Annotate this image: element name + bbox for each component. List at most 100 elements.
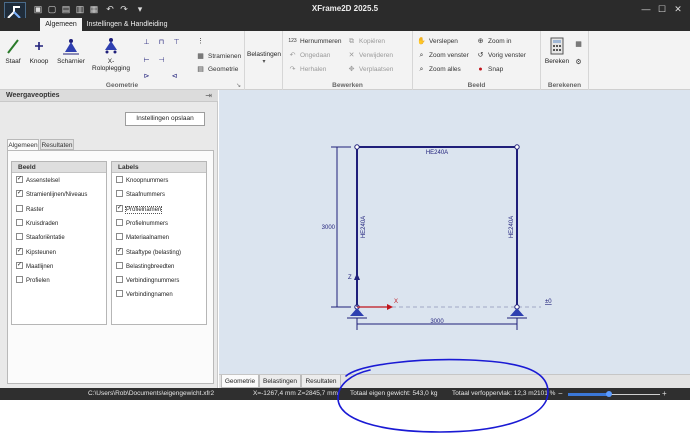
labels-option[interactable]: Profielnummers: [116, 218, 168, 229]
labels-checkbox[interactable]: [116, 290, 123, 298]
beeld-option[interactable]: Profielen: [16, 276, 50, 286]
kopieren-button[interactable]: ⧉ Kopiëren: [347, 36, 385, 47]
beeld-checkbox[interactable]: ✓: [16, 176, 23, 183]
ongedaan-button[interactable]: ↶ Ongedaan: [288, 50, 331, 61]
node-top-left[interactable]: [354, 144, 360, 150]
beeld-option[interactable]: Kruisdraden: [16, 218, 58, 229]
group-label-geometrie: Geometrie: [105, 82, 139, 89]
belastingen-dropdown-icon: ▾: [262, 59, 266, 65]
snap-button[interactable]: ● Snap: [476, 64, 503, 75]
node-top-right[interactable]: [514, 144, 520, 150]
staaf-button[interactable]: Staaf: [3, 36, 23, 65]
scharnier-button[interactable]: Scharnier: [57, 36, 85, 65]
labels-checkbox[interactable]: [116, 218, 123, 226]
maximize-icon[interactable]: ☐: [656, 3, 668, 15]
beeld-checkbox[interactable]: [16, 276, 23, 284]
grid-small-icon[interactable]: ⋮: [196, 36, 208, 47]
hinge-left-icon[interactable]: ⊳: [142, 71, 154, 82]
beeld-option[interactable]: Staaforiëntatie: [16, 233, 65, 243]
support-spring-icon[interactable]: ⊓: [157, 37, 169, 48]
view-tab-belastingen[interactable]: Belastingen: [259, 375, 301, 388]
beeld-checkbox[interactable]: ✓: [16, 247, 23, 255]
previous-view-icon: ↺: [477, 51, 484, 59]
minimize-icon[interactable]: —: [640, 3, 652, 15]
labels-option[interactable]: ✓ Staaftype (belasting): [116, 247, 181, 258]
beeld-option[interactable]: ✓ Maatlijnen: [16, 261, 53, 272]
app-window: ▣ ▢ ▤ ▥ ▦ ↶ ↷ ▾ XFrame2D 2025.5 — ☐ ✕ Al…: [0, 0, 690, 438]
labels-option[interactable]: ✓ Profielnamen: [116, 204, 163, 215]
labels-checkbox[interactable]: [116, 190, 123, 198]
labels-option-label: Verbindingnamen: [126, 292, 173, 299]
view-tab-geometrie[interactable]: Geometrie: [221, 375, 259, 388]
view-tab-resultaten[interactable]: Resultaten: [301, 375, 341, 388]
labels-option[interactable]: Knoopnummers: [116, 176, 168, 186]
zoom-in-small-icon[interactable]: +: [662, 389, 667, 398]
beeld-checkbox[interactable]: [16, 233, 23, 241]
dialog-launcher-icon[interactable]: ↘: [236, 82, 241, 89]
bereken-button[interactable]: Bereken: [544, 36, 570, 65]
display-options-panel: Weergaveopties ⇥ Instellingen opslaan Al…: [0, 90, 218, 388]
support-x-icon[interactable]: ⊣: [157, 55, 169, 66]
scharnier-label: Scharnier: [57, 58, 85, 65]
title-bar: ▣ ▢ ▤ ▥ ▦ ↶ ↷ ▾ XFrame2D 2025.5 — ☐ ✕: [0, 0, 690, 24]
panel-header: Weergaveopties ⇥: [0, 90, 218, 102]
herhalen-button[interactable]: ↷ Herhalen: [288, 64, 327, 75]
tab-algemeen[interactable]: Algemeen: [40, 18, 82, 31]
labels-checkbox[interactable]: [116, 276, 123, 284]
total-paint-area: Totaal verfoppervlak: 12,3 m2: [452, 390, 538, 397]
labels-checkbox[interactable]: ✓: [116, 204, 123, 212]
beeld-option[interactable]: ✓ Assenstelsel: [16, 176, 60, 186]
zoom-venster-button[interactable]: ⌕ Zoom venster: [417, 50, 469, 61]
beeld-option-label: Profielen: [26, 278, 50, 285]
panel-tab-resultaten[interactable]: Resultaten: [40, 139, 74, 150]
drawing-canvas[interactable]: 3000 3000 ±0 HE240A HE240A HE240A X Z: [219, 90, 690, 374]
zoom-alles-button[interactable]: ⌕ Zoom alles: [417, 64, 461, 75]
labels-option[interactable]: Verbindingnamen: [116, 290, 173, 300]
settings-icon[interactable]: ⚙: [574, 57, 586, 68]
beeld-checkbox[interactable]: ✓: [16, 261, 23, 269]
knoop-button[interactable]: Knoop: [28, 36, 50, 65]
labels-option[interactable]: Verbindingnummers: [116, 276, 179, 286]
stramienen-button[interactable]: ▦ Stramienen: [196, 51, 241, 62]
roloplegging-button[interactable]: X-Roloplegging: [91, 36, 131, 72]
beeld-option-label: Kipsteunen: [26, 249, 57, 256]
report-icon[interactable]: ▦: [574, 39, 586, 50]
labels-checkbox[interactable]: [116, 176, 123, 183]
zoom-out-icon[interactable]: −: [558, 389, 563, 398]
tab-instellingen[interactable]: Instellingen & Handleiding: [86, 18, 168, 31]
beeld-option[interactable]: Raster: [16, 204, 44, 215]
beeld-checkbox[interactable]: ✓: [16, 190, 23, 198]
right-support-icon[interactable]: [510, 308, 524, 316]
save-settings-button[interactable]: Instellingen opslaan: [125, 112, 205, 126]
beeld-option[interactable]: ✓ Kipsteunen: [16, 247, 57, 258]
verslepen-button[interactable]: ✋ Verslepen: [417, 36, 458, 47]
verwijderen-button[interactable]: ✕ Verwijderen: [347, 50, 393, 61]
pin-icon[interactable]: ⇥: [205, 91, 212, 100]
labels-checkbox[interactable]: ✓: [116, 247, 123, 255]
hernummeren-button[interactable]: 123 Hernummeren: [288, 36, 341, 47]
beeld-option[interactable]: ✓ Stramienlijnen/Niveaus: [16, 190, 87, 200]
view-tabs: Geometrie Belastingen Resultaten: [219, 374, 690, 388]
zoom-slider-fill: [568, 393, 610, 396]
zoom-in-button[interactable]: ⊕ Zoom in: [476, 36, 512, 47]
labels-option[interactable]: Belastingbreedten: [116, 261, 174, 272]
support-fixed-icon[interactable]: ⊥: [142, 37, 154, 48]
zoom-slider-knob[interactable]: [606, 391, 613, 397]
labels-option[interactable]: Materiaalnamen: [116, 233, 169, 243]
verplaatsen-button[interactable]: ✥ Verplaatsen: [347, 64, 394, 75]
close-icon[interactable]: ✕: [672, 3, 684, 15]
left-support-icon[interactable]: [350, 308, 364, 316]
support-y-icon[interactable]: ⊢: [142, 55, 154, 66]
vorig-venster-button[interactable]: ↺ Vorig venster: [476, 50, 526, 61]
labels-option[interactable]: Staafnummers: [116, 190, 165, 200]
support-rotation-icon[interactable]: ⊤: [172, 37, 184, 48]
labels-checkbox[interactable]: [116, 233, 123, 241]
geometrie-button[interactable]: ▤ Geometrie: [196, 64, 238, 75]
labels-checkbox[interactable]: [116, 261, 123, 269]
stramienen-label: Stramienen: [208, 53, 242, 60]
hinge-right-icon[interactable]: ⊲: [170, 71, 182, 82]
x-axis-label: X: [394, 299, 398, 305]
beeld-checkbox[interactable]: [16, 204, 23, 212]
belastingen-button[interactable]: Belastingen ▾: [247, 51, 281, 65]
beeld-checkbox[interactable]: [16, 218, 23, 226]
